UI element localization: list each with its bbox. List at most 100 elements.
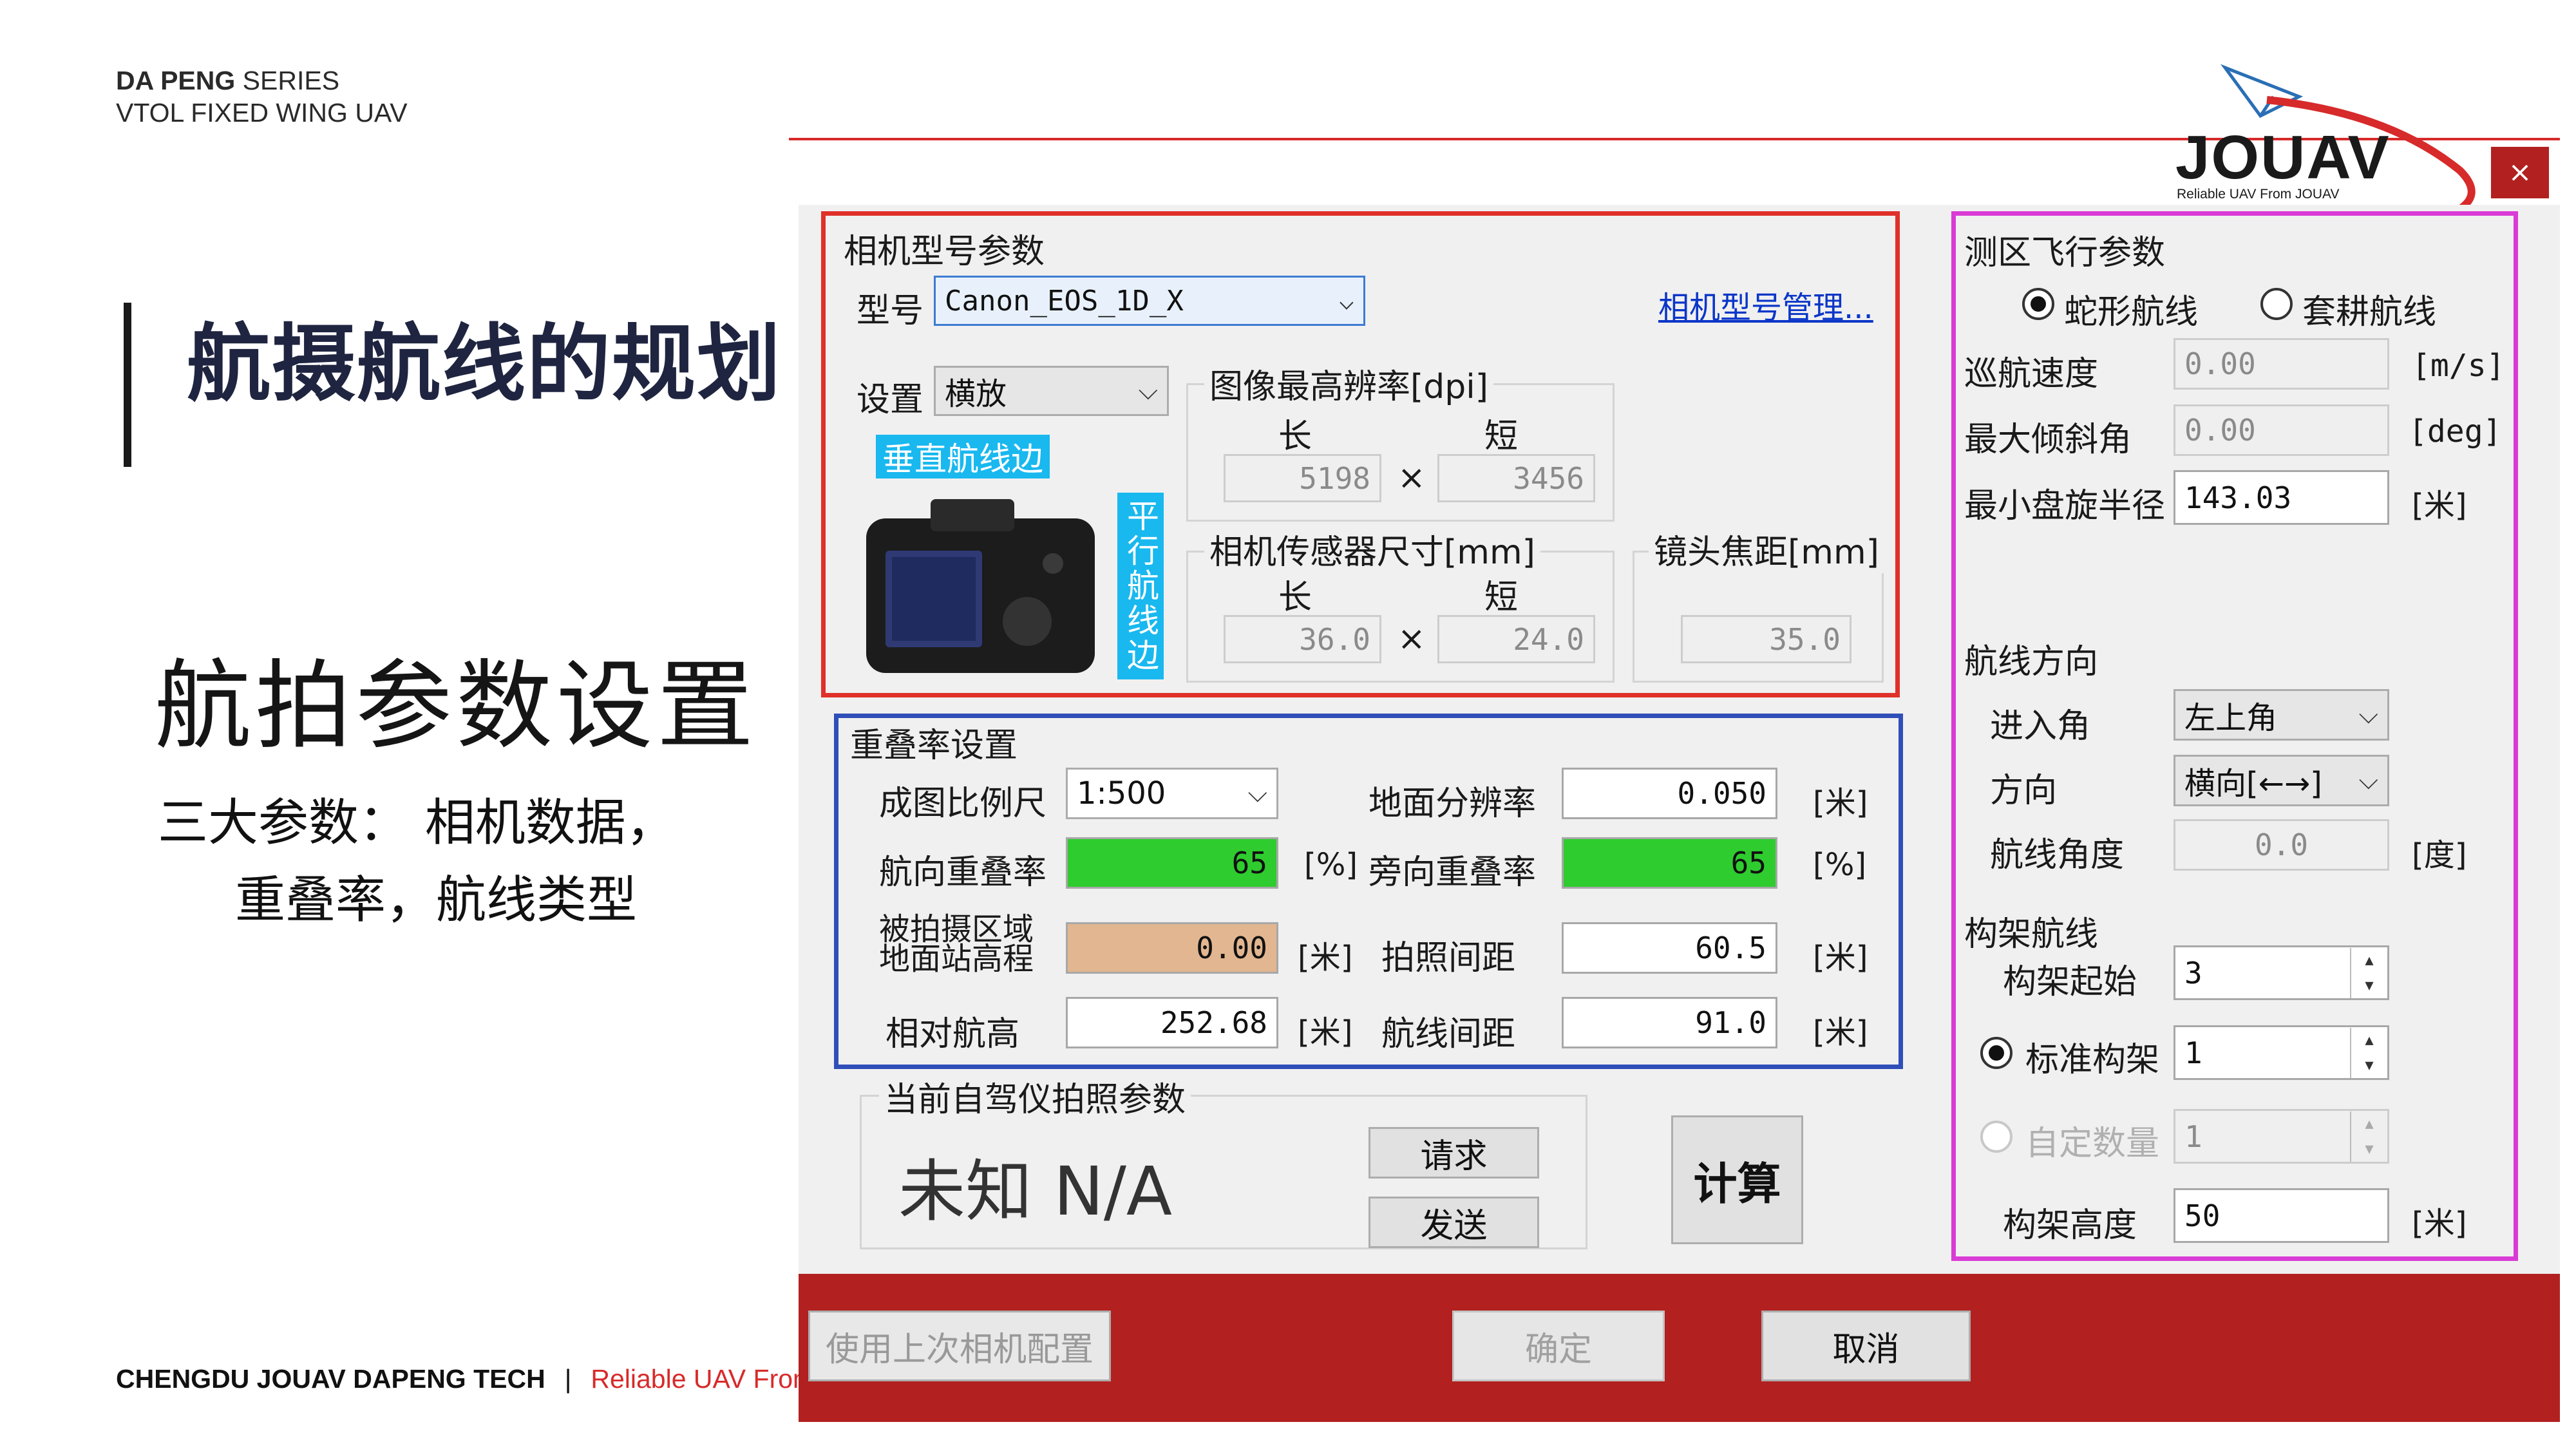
forward-overlap-unit: [%] bbox=[1304, 847, 1358, 883]
request-button[interactable]: 请求 bbox=[1368, 1127, 1539, 1179]
brand-tagline: VTOL FIXED WING UAV bbox=[116, 98, 408, 128]
chevron-down-icon: ⌵ bbox=[2358, 766, 2378, 795]
max-bank-unit: [deg] bbox=[2409, 413, 2502, 450]
close-icon[interactable]: × bbox=[2491, 147, 2549, 198]
resolution-short-field[interactable]: 3456 bbox=[1437, 454, 1595, 502]
entry-angle-value: 左上角 bbox=[2184, 700, 2278, 736]
page-title: 航摄航线的规划 bbox=[187, 315, 782, 413]
sensor-group-title: 相机传感器尺寸[mm] bbox=[1204, 525, 1540, 573]
resolution-long-label: 长 bbox=[1278, 417, 1312, 456]
footer-company: CHENGDU JOUAV DAPENG TECH bbox=[116, 1364, 545, 1394]
side-overlap-unit: [%] bbox=[1813, 847, 1867, 883]
line-spacing-field[interactable]: 91.0 bbox=[1562, 997, 1777, 1048]
route-direction-group-title: 航线方向 bbox=[1964, 643, 2099, 681]
map-scale-select[interactable]: 1:500 ⌵ bbox=[1066, 768, 1278, 819]
sensor-short-field[interactable]: 24.0 bbox=[1437, 615, 1595, 663]
min-radius-field[interactable]: 143.03 bbox=[2174, 470, 2389, 525]
setting-label: 设置 bbox=[857, 381, 924, 419]
relative-altitude-unit: [米] bbox=[1298, 1014, 1353, 1050]
snake-route-radio[interactable] bbox=[2022, 288, 2054, 320]
direction-select[interactable]: 横向[←→] ⌵ bbox=[2174, 755, 2389, 806]
frame-start-spinner[interactable]: 3 ▲ ▼ bbox=[2174, 945, 2389, 1000]
entry-angle-select[interactable]: 左上角 ⌵ bbox=[2174, 689, 2389, 741]
frame-height-label: 构架高度 bbox=[2003, 1206, 2137, 1245]
calculate-button[interactable]: 计算 bbox=[1671, 1115, 1803, 1244]
side-overlap-label: 旁向重叠率 bbox=[1368, 853, 1537, 892]
logo-text: JOUAV bbox=[2175, 123, 2391, 192]
sensor-long-field[interactable]: 36.0 bbox=[1224, 615, 1381, 663]
sensor-long-label: 长 bbox=[1278, 578, 1312, 617]
max-bank-field[interactable]: 0.00 bbox=[2174, 404, 2389, 456]
custom-count-value: 1 bbox=[2184, 1119, 2202, 1154]
camera-model-value: Canon_EOS_1D_X bbox=[945, 284, 1184, 317]
camera-model-select[interactable]: Canon_EOS_1D_X ⌵ bbox=[934, 276, 1365, 326]
photo-interval-label: 拍照间距 bbox=[1381, 939, 1516, 978]
chevron-down-icon: ⌵ bbox=[1247, 779, 1267, 808]
resolution-long-field[interactable]: 5198 bbox=[1224, 454, 1381, 502]
custom-count-spinner[interactable]: 1 ▲ ▼ bbox=[2174, 1109, 2389, 1164]
standard-frame-label: 标准构架 bbox=[2025, 1041, 2160, 1079]
use-last-camera-config-button[interactable]: 使用上次相机配置 bbox=[808, 1311, 1111, 1381]
frame-height-field[interactable]: 50 bbox=[2174, 1188, 2389, 1243]
camera-photo-icon bbox=[866, 499, 1095, 673]
relative-altitude-label: 相对航高 bbox=[886, 1015, 1020, 1054]
snake-route-label: 蛇形航线 bbox=[2064, 293, 2199, 332]
frame-start-value: 3 bbox=[2184, 955, 2202, 990]
ground-elevation-field[interactable]: 0.00 bbox=[1066, 922, 1278, 974]
cruise-speed-unit: [m/s] bbox=[2412, 348, 2505, 384]
side-overlap-field[interactable]: 65 bbox=[1562, 837, 1777, 889]
sensor-short-label: 短 bbox=[1484, 578, 1519, 617]
gsd-field[interactable]: 0.050 bbox=[1562, 768, 1777, 819]
focal-length-field[interactable]: 35.0 bbox=[1681, 615, 1852, 663]
slide-footer: CHENGDU JOUAV DAPENG TECH | Reliable UAV F… bbox=[116, 1364, 815, 1394]
direction-label: 方向 bbox=[1990, 772, 2058, 810]
chevron-down-icon: ⌵ bbox=[2358, 700, 2378, 730]
resolution-group-title: 图像最高辨率[dpi] bbox=[1204, 359, 1494, 408]
ground-elevation-label: 被拍摄区域 地面站高程 bbox=[879, 914, 1034, 974]
line-spacing-unit: [米] bbox=[1813, 1014, 1868, 1050]
params-description-line1: 三大参数： 相机数据， bbox=[158, 794, 676, 852]
spinner-arrows-icon[interactable]: ▲ ▼ bbox=[2350, 1111, 2387, 1162]
map-scale-value: 1:500 bbox=[1077, 775, 1166, 811]
camera-group-title: 相机型号参数 bbox=[844, 232, 1045, 271]
cancel-button[interactable]: 取消 bbox=[1761, 1311, 1971, 1381]
ground-elevation-label-line1: 被拍摄区域 bbox=[879, 911, 1034, 947]
camera-orientation-select[interactable]: 横放 ⌵ bbox=[934, 366, 1169, 416]
forward-overlap-field[interactable]: 65 bbox=[1066, 837, 1278, 889]
photo-interval-field[interactable]: 60.5 bbox=[1562, 922, 1777, 974]
min-radius-unit: [米] bbox=[2412, 488, 2467, 524]
frame-height-unit: [米] bbox=[2412, 1206, 2467, 1242]
ok-button[interactable]: 确定 bbox=[1452, 1311, 1665, 1381]
custom-count-label: 自定数量 bbox=[2025, 1124, 2160, 1163]
title-accent-bar bbox=[124, 303, 131, 467]
plow-route-radio[interactable] bbox=[2260, 288, 2293, 320]
scale-label: 成图比例尺 bbox=[879, 784, 1047, 823]
standard-frame-value: 1 bbox=[2184, 1035, 2202, 1070]
route-angle-field[interactable]: 0.0 bbox=[2174, 819, 2389, 871]
cruise-speed-field[interactable]: 0.00 bbox=[2174, 338, 2389, 390]
send-button[interactable]: 发送 bbox=[1368, 1197, 1539, 1248]
custom-count-radio[interactable] bbox=[1980, 1121, 2012, 1153]
chevron-down-icon: ⌵ bbox=[1138, 376, 1158, 406]
flight-group-title: 测区飞行参数 bbox=[1964, 234, 2166, 272]
standard-frame-spinner[interactable]: 1 ▲ ▼ bbox=[2174, 1025, 2389, 1080]
camera-model-manage-link[interactable]: 相机型号管理... bbox=[1658, 282, 1873, 327]
spinner-arrows-icon[interactable]: ▲ ▼ bbox=[2350, 1027, 2387, 1078]
parallel-edge-tag: 平行航线边 bbox=[1117, 493, 1164, 679]
max-bank-label: 最大倾斜角 bbox=[1964, 421, 2132, 459]
vertical-edge-tag: 垂直航线边 bbox=[876, 435, 1050, 478]
min-radius-label: 最小盘旋半径 bbox=[1964, 487, 2166, 526]
footer-slogan: Reliable UAV From bbox=[591, 1364, 815, 1394]
params-description-line2: 重叠率，航线类型 bbox=[235, 871, 638, 929]
resolution-times-sign: × bbox=[1397, 459, 1426, 497]
gsd-label: 地面分辨率 bbox=[1368, 784, 1537, 823]
focal-group-title: 镜头焦距[mm] bbox=[1649, 525, 1884, 573]
route-angle-label: 航线角度 bbox=[1990, 836, 2125, 875]
model-label: 型号 bbox=[857, 292, 924, 330]
standard-frame-radio[interactable] bbox=[1980, 1037, 2012, 1069]
camera-orientation-value: 横放 bbox=[945, 376, 1007, 412]
spinner-arrows-icon[interactable]: ▲ ▼ bbox=[2350, 947, 2387, 998]
footer-separator: | bbox=[564, 1364, 572, 1394]
ground-elevation-label-line2: 地面站高程 bbox=[879, 941, 1034, 977]
relative-altitude-field[interactable]: 252.68 bbox=[1066, 997, 1278, 1048]
